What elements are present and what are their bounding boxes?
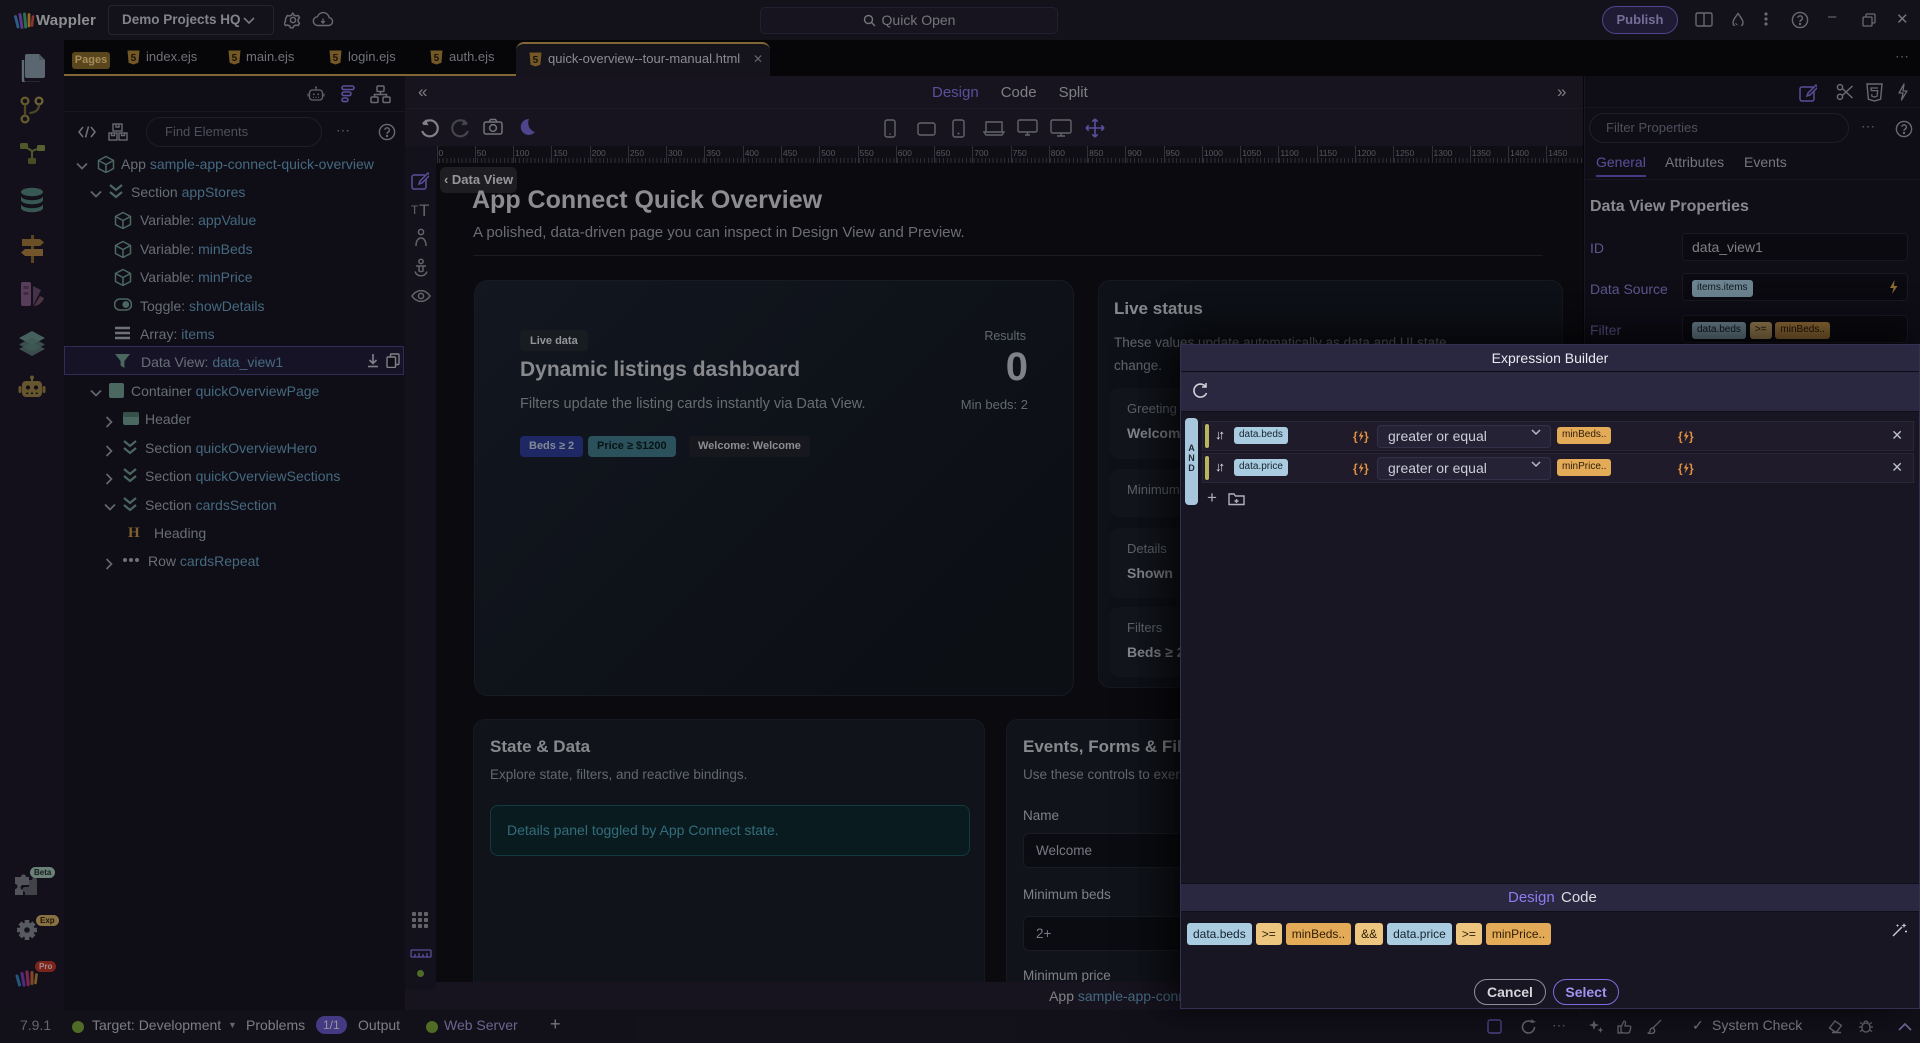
svg-text:{: {: [1678, 462, 1683, 476]
svg-text:}: }: [1689, 430, 1694, 444]
svg-text:{: {: [1353, 430, 1358, 444]
svg-text:{: {: [1353, 462, 1358, 476]
svg-text:}: }: [1689, 462, 1694, 476]
svg-text:}: }: [1364, 462, 1369, 476]
svg-text:{: {: [1678, 430, 1683, 444]
svg-text:}: }: [1364, 430, 1369, 444]
